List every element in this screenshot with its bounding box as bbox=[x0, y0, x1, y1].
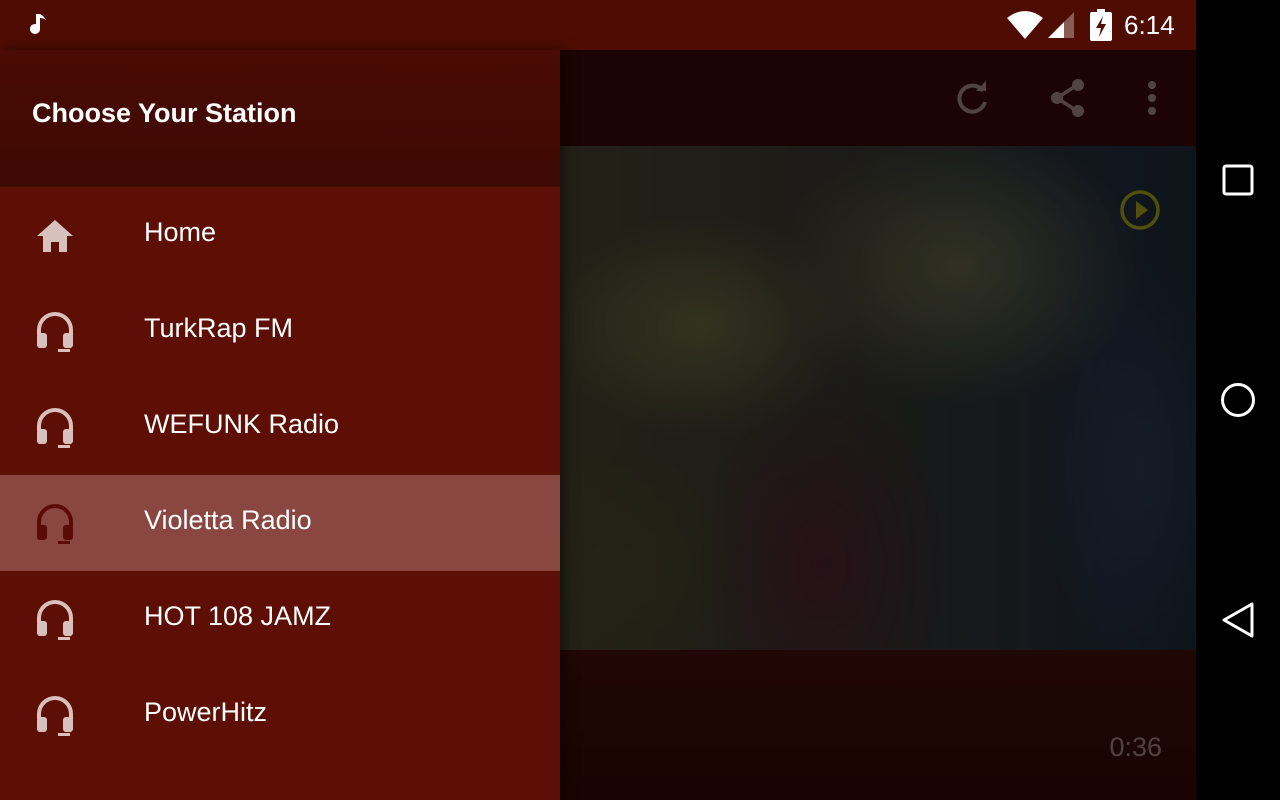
back-triangle-icon bbox=[1222, 602, 1254, 638]
headphones-icon bbox=[37, 312, 73, 352]
battery-charging-icon bbox=[1090, 9, 1112, 41]
app-window: 6:14 0:36 Choose Your Station Home TurkR… bbox=[0, 0, 1196, 800]
home-nav-button[interactable] bbox=[1216, 378, 1260, 422]
station-item-hot-108-jamz[interactable]: HOT 108 JAMZ bbox=[0, 571, 560, 667]
status-time: 6:14 bbox=[1124, 10, 1175, 40]
home-icon bbox=[37, 220, 73, 252]
headphones-icon bbox=[37, 696, 73, 736]
circle-icon bbox=[1221, 383, 1255, 417]
square-icon bbox=[1222, 164, 1254, 196]
station-item-powerhitz[interactable]: PowerHitz bbox=[0, 667, 560, 763]
station-label: Home bbox=[144, 217, 217, 247]
recent-apps-button[interactable] bbox=[1216, 158, 1260, 202]
station-item-wefunk-radio[interactable]: WEFUNK Radio bbox=[0, 379, 560, 475]
station-item-turkrap-fm[interactable]: TurkRap FM bbox=[0, 283, 560, 379]
headphones-icon bbox=[37, 600, 73, 640]
drawer-header: Choose Your Station bbox=[0, 50, 560, 187]
station-item-home[interactable]: Home bbox=[0, 187, 560, 283]
drawer-title: Choose Your Station bbox=[32, 98, 297, 128]
station-list: Home TurkRap FM WEFUNK Radio Violetta Ra… bbox=[0, 187, 560, 763]
signal-icon bbox=[1048, 12, 1074, 38]
station-item-violetta-radio[interactable]: Violetta Radio bbox=[0, 475, 560, 571]
station-label: PowerHitz bbox=[144, 697, 268, 727]
navigation-drawer: Choose Your Station Home TurkRap FM WEFU… bbox=[0, 50, 560, 800]
headphones-icon bbox=[37, 408, 73, 448]
back-button[interactable] bbox=[1216, 598, 1260, 642]
status-bar: 6:14 bbox=[0, 0, 1196, 50]
station-label: Violetta Radio bbox=[144, 505, 312, 535]
system-nav-bar bbox=[1196, 0, 1280, 800]
headphones-icon bbox=[37, 504, 73, 544]
music-note-icon bbox=[30, 14, 46, 34]
drawer-scrim[interactable] bbox=[560, 50, 1196, 800]
station-label: HOT 108 JAMZ bbox=[144, 601, 332, 631]
station-label: TurkRap FM bbox=[144, 313, 294, 343]
wifi-icon bbox=[1007, 11, 1043, 39]
station-label: WEFUNK Radio bbox=[144, 409, 340, 439]
